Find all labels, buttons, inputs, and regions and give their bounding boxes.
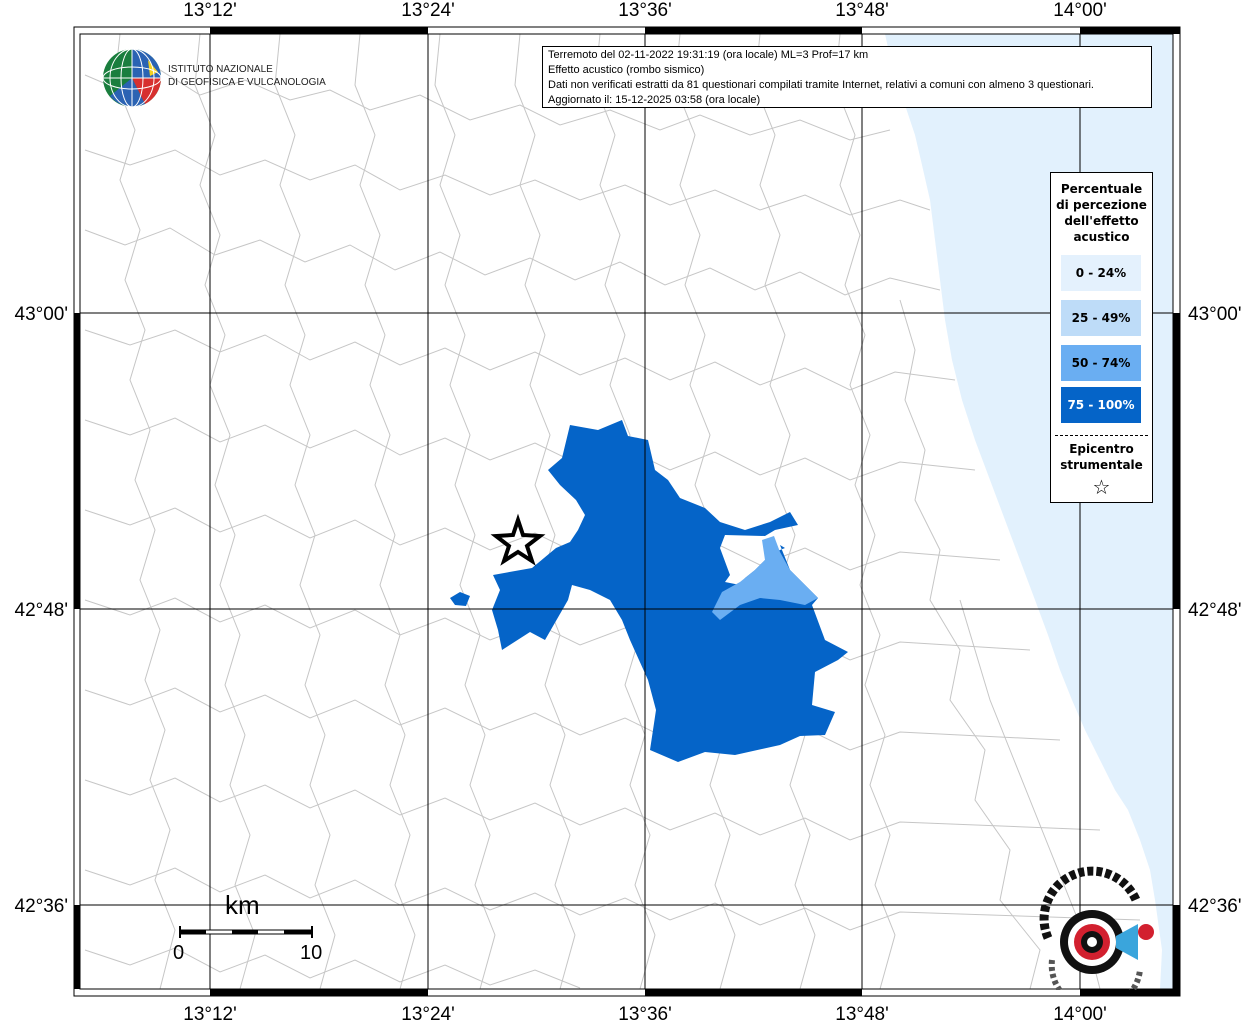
haisentito-logo-icon — [1039, 866, 1154, 990]
legend-title: Percentuale di percezione dell'effetto a… — [1051, 181, 1152, 245]
lon-label: 13°24' — [401, 0, 455, 21]
logo-line: ISTITUTO NAZIONALE — [168, 64, 273, 75]
lon-label: 13°36' — [618, 1004, 672, 1024]
legend-star-icon: ☆ — [1092, 475, 1111, 499]
legend-epicenter-line: strumentale — [1060, 458, 1143, 472]
info-line: Aggiornato il: 15-12-2025 03:58 (ora loc… — [548, 94, 761, 106]
scale-max: 10 — [300, 942, 323, 964]
lon-label: 14°00' — [1053, 0, 1107, 21]
lon-label: 13°36' — [618, 0, 672, 21]
legend-class-0-24: 0 - 24% — [1061, 255, 1141, 291]
legend-epicenter-line: Epicentro — [1069, 442, 1134, 456]
legend-class-75-100: 75 - 100% — [1061, 387, 1141, 423]
scale-unit: km — [225, 890, 260, 920]
legend-separator — [1055, 435, 1148, 436]
lon-label: 13°48' — [835, 0, 889, 21]
lat-label: 43°00' — [15, 304, 69, 325]
longitude-labels-bottom: 13°12' 13°24' 13°36' 13°48' 14°00' — [183, 1004, 1107, 1024]
scale-min: 0 — [173, 942, 185, 964]
lon-label: 13°48' — [835, 1004, 889, 1024]
latitude-labels-left: 43°00' 42°48' 42°36' — [15, 304, 69, 917]
info-line: Terremoto del 02-11-2022 19:31:19 (ora l… — [548, 49, 869, 61]
longitude-labels-top: 13°12' 13°24' 13°36' 13°48' 14°00' — [183, 0, 1107, 21]
lon-label: 13°12' — [183, 1004, 237, 1024]
scale-bar: km 0 10 — [170, 890, 330, 970]
lon-label: 13°24' — [401, 1004, 455, 1024]
legend-epicenter-label: Epicentro strumentale — [1051, 441, 1152, 473]
lat-label: 42°36' — [15, 896, 69, 917]
legend-title-line: di percezione — [1056, 198, 1147, 212]
info-line: Effetto acustico (rombo sismico) — [548, 64, 705, 76]
lat-label: 42°48' — [1188, 600, 1242, 621]
lon-label: 13°12' — [183, 0, 237, 21]
globe-icon — [102, 48, 162, 108]
latitude-labels-right: 43°00' 42°48' 42°36' — [1188, 304, 1242, 917]
lat-label: 42°48' — [15, 600, 69, 621]
legend-title-line: acustico — [1073, 230, 1130, 244]
legend-title-line: Percentuale — [1060, 182, 1143, 196]
legend-class-50-74: 50 - 74% — [1061, 345, 1141, 381]
ingv-logo-text: ISTITUTO NAZIONALE DI GEOFISICA E VULCAN… — [168, 63, 326, 89]
logo-line: DI GEOFISICA E VULCANOLOGIA — [168, 77, 326, 88]
lat-label: 42°36' — [1188, 896, 1242, 917]
lat-label: 43°00' — [1188, 304, 1242, 325]
legend: Percentuale di percezione dell'effetto a… — [1050, 172, 1153, 503]
legend-title-line: dell'effetto — [1064, 214, 1139, 228]
legend-class-25-49: 25 - 49% — [1061, 300, 1141, 336]
earthquake-info-box: Terremoto del 02-11-2022 19:31:19 (ora l… — [542, 46, 1152, 108]
info-line: Dati non verificati estratti da 81 quest… — [548, 79, 1094, 91]
lon-label: 14°00' — [1053, 1004, 1107, 1024]
